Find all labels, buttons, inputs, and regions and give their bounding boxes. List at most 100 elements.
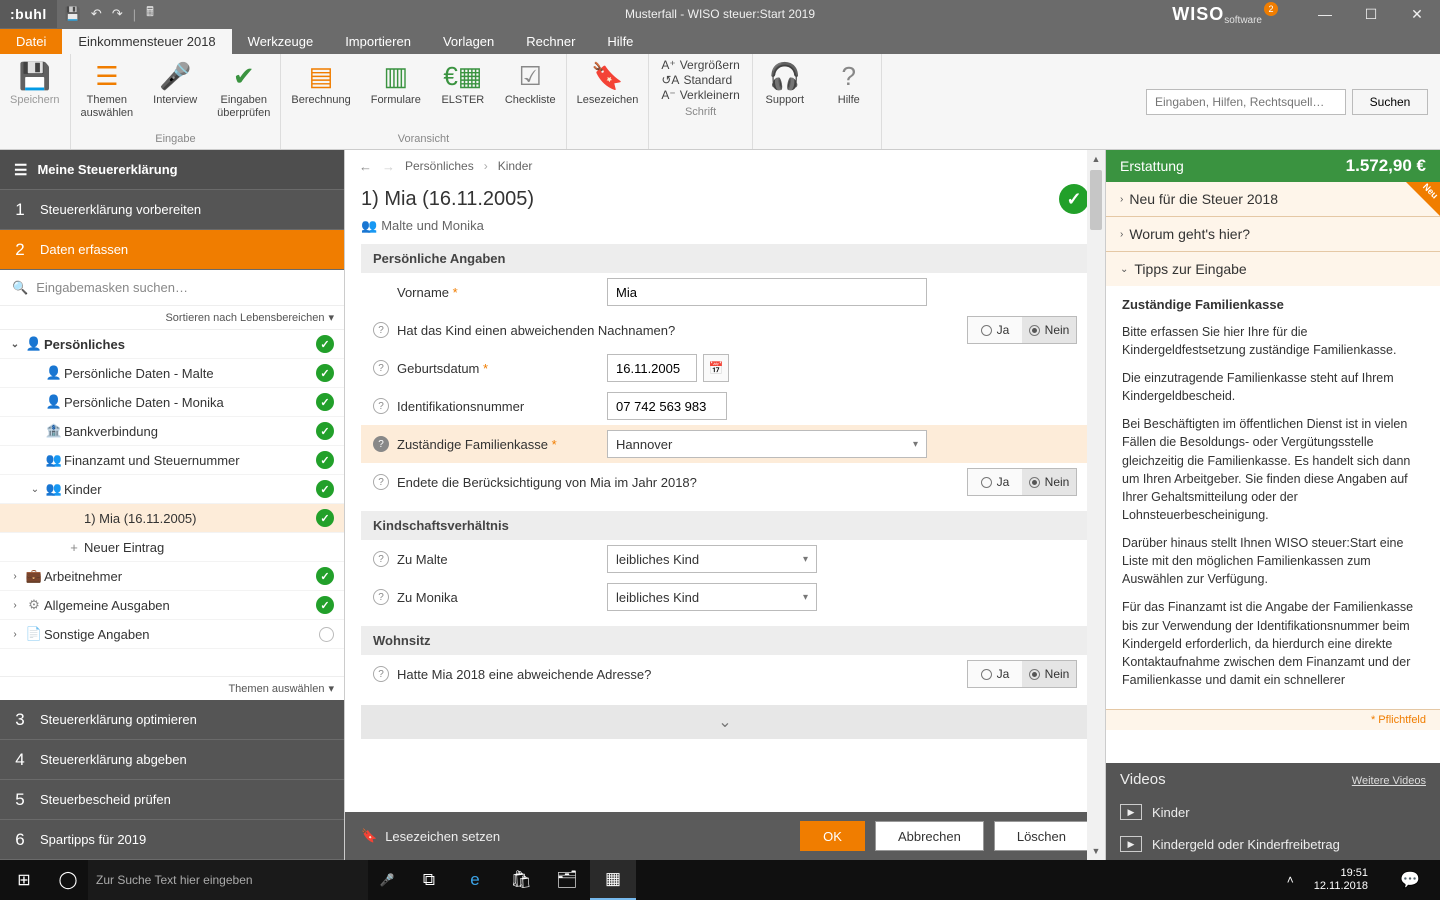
sidebar-step-5[interactable]: 5Steuerbescheid prüfen [0,780,344,820]
breadcrumb-2[interactable]: Kinder [498,159,533,173]
wiso-app-icon[interactable]: ▦ [590,860,636,900]
radio-ja[interactable]: Ja [968,661,1022,687]
vorname-input[interactable] [607,278,927,306]
tree-pd-monika[interactable]: 👤Persönliche Daten - Monika [0,388,344,417]
tab-vorlagen[interactable]: Vorlagen [427,29,510,54]
task-view-icon[interactable]: ⧉ [406,860,452,900]
taskbar-search[interactable]: Zur Suche Text hier eingeben [88,860,368,900]
video-kinder[interactable]: ▶Kinder [1106,796,1440,828]
help-icon[interactable]: ? [373,436,389,452]
videos-more-link[interactable]: Weitere Videos [1352,775,1426,787]
ribbon-search-button[interactable]: Suchen [1352,89,1428,115]
acc-neu[interactable]: › Neu für die Steuer 2018 Neu [1106,182,1440,216]
breadcrumb-1[interactable]: Persönliches [405,159,474,173]
tab-hilfe[interactable]: Hilfe [591,29,649,54]
ok-button[interactable]: OK [800,821,865,851]
help-icon[interactable]: ? [373,474,389,490]
ribbon-zoom-std[interactable]: ↺AStandard [661,73,739,87]
zu-monika-select[interactable]: leibliches Kind▾ [607,583,817,611]
acc-worum[interactable]: ›Worum geht's hier? [1106,217,1440,251]
sidebar-step-6[interactable]: 6Spartipps für 2019 [0,820,344,860]
sidebar-search[interactable]: 🔍Eingabemasken suchen… [0,270,344,306]
ribbon-hilfe[interactable]: ?Hilfe [817,54,881,133]
sidebar-step-1[interactable]: 1Steuererklärung vorbereiten [0,190,344,230]
ident-input[interactable] [607,392,727,420]
nav-back-icon[interactable]: ← [359,159,372,174]
bookmark-link[interactable]: 🔖Lesezeichen setzen [361,828,790,844]
store-icon[interactable]: 🛍 [498,860,544,900]
save-icon[interactable]: 💾 [65,6,81,22]
tab-werkzeuge[interactable]: Werkzeuge [232,29,330,54]
sidebar-step-2[interactable]: 2Daten erfassen [0,230,344,270]
sidebar-themen-link[interactable]: Themen auswählen▾ [0,676,344,700]
tree-bank[interactable]: 🏦Bankverbindung [0,417,344,446]
ribbon-berechnung[interactable]: ▤Berechnung [281,54,360,133]
help-icon[interactable]: ? [373,589,389,605]
close-button[interactable]: ✕ [1394,0,1440,28]
start-button[interactable]: ⊞ [0,860,48,900]
minimize-button[interactable]: — [1302,0,1348,28]
nav-forward-icon[interactable]: → [382,159,395,174]
help-icon[interactable]: ? [373,551,389,567]
tree-allgemeine-ausgaben[interactable]: ›⚙Allgemeine Ausgaben [0,591,344,620]
tree-persoenliches[interactable]: ⌄👤Persönliches [0,330,344,359]
tab-importieren[interactable]: Importieren [329,29,427,54]
ribbon-support[interactable]: 🎧Support [753,54,817,133]
ribbon-zoom-out[interactable]: A⁻Verkleinern [661,88,739,102]
explorer-icon[interactable]: 🗂 [544,860,590,900]
geburt-input[interactable] [607,354,697,382]
tab-file[interactable]: Datei [0,29,62,54]
edge-icon[interactable]: e [452,860,498,900]
tree-arbeitnehmer[interactable]: ›💼Arbeitnehmer [0,562,344,591]
sidebar-step-3[interactable]: 3Steuererklärung optimieren [0,700,344,740]
tab-einkommensteuer[interactable]: Einkommensteuer 2018 [62,29,231,54]
tree-sonstige[interactable]: ›📄Sonstige Angaben [0,620,344,649]
mic-icon[interactable]: 🎤 [368,873,406,887]
tab-rechner[interactable]: Rechner [510,29,591,54]
maximize-button[interactable]: ☐ [1348,0,1394,28]
ribbon-eingaben-pruefen[interactable]: ✔Eingaben überprüfen [207,54,280,133]
zu-malte-select[interactable]: leibliches Kind▾ [607,545,817,573]
tree-kinder[interactable]: ⌄👥Kinder [0,475,344,504]
ribbon-themen[interactable]: ☰Themen auswählen [71,54,144,133]
delete-button[interactable]: Löschen [994,821,1089,851]
calculator-icon[interactable]: 🖩 [146,3,154,25]
ribbon-search-input[interactable] [1146,89,1346,115]
redo-icon[interactable]: ↷ [112,6,123,22]
undo-icon[interactable]: ↶ [91,6,102,22]
ribbon-checkliste[interactable]: ☑Checkliste [495,54,566,133]
taskbar-clock[interactable]: 19:5112.11.2018 [1306,867,1376,892]
calendar-button[interactable]: 📅 [703,354,729,382]
cancel-button[interactable]: Abbrechen [875,821,984,851]
sidebar-header[interactable]: ☰Meine Steuererklärung [0,150,344,190]
notifications-icon[interactable]: 💬 [1388,870,1432,890]
radio-nein[interactable]: Nein [1022,469,1076,495]
ribbon-zoom-in[interactable]: A⁺Vergrößern [661,58,739,72]
tree-mia[interactable]: 1) Mia (16.11.2005) [0,504,344,533]
tree-neuer-eintrag[interactable]: +Neuer Eintrag [0,533,344,562]
ribbon-interview[interactable]: 🎤Interview [143,54,207,133]
help-icon[interactable]: ? [373,322,389,338]
acc-tipps[interactable]: ⌄Tipps zur Eingabe [1106,252,1440,286]
ribbon-save[interactable]: 💾Speichern [0,54,70,133]
ribbon-lesezeichen[interactable]: 🔖Lesezeichen [567,54,649,133]
content-scrollbar[interactable]: ▲▼ [1087,150,1105,860]
tray-expand-icon[interactable]: ˄ [1287,873,1294,887]
famkasse-select[interactable]: Hannover▾ [607,430,927,458]
radio-nein[interactable]: Nein [1022,661,1076,687]
ribbon-formulare[interactable]: ▥Formulare [361,54,431,133]
tree-pd-malte[interactable]: 👤Persönliche Daten - Malte [0,359,344,388]
help-icon[interactable]: ? [373,360,389,376]
tree-finanzamt[interactable]: 👥Finanzamt und Steuernummer [0,446,344,475]
video-kindergeld[interactable]: ▶Kindergeld oder Kinderfreibetrag [1106,828,1440,860]
sidebar-step-4[interactable]: 4Steuererklärung abgeben [0,740,344,780]
ribbon-elster[interactable]: €▦ELSTER [431,54,495,133]
collapsed-section[interactable]: ⌄ [361,705,1089,739]
radio-nein[interactable]: Nein [1022,317,1076,343]
help-icon[interactable]: ? [373,398,389,414]
help-icon[interactable]: ? [373,666,389,682]
sidebar-sort[interactable]: Sortieren nach Lebensbereichen▾ [0,306,344,330]
cortana-icon[interactable]: ◯ [48,870,88,890]
radio-ja[interactable]: Ja [968,317,1022,343]
radio-ja[interactable]: Ja [968,469,1022,495]
